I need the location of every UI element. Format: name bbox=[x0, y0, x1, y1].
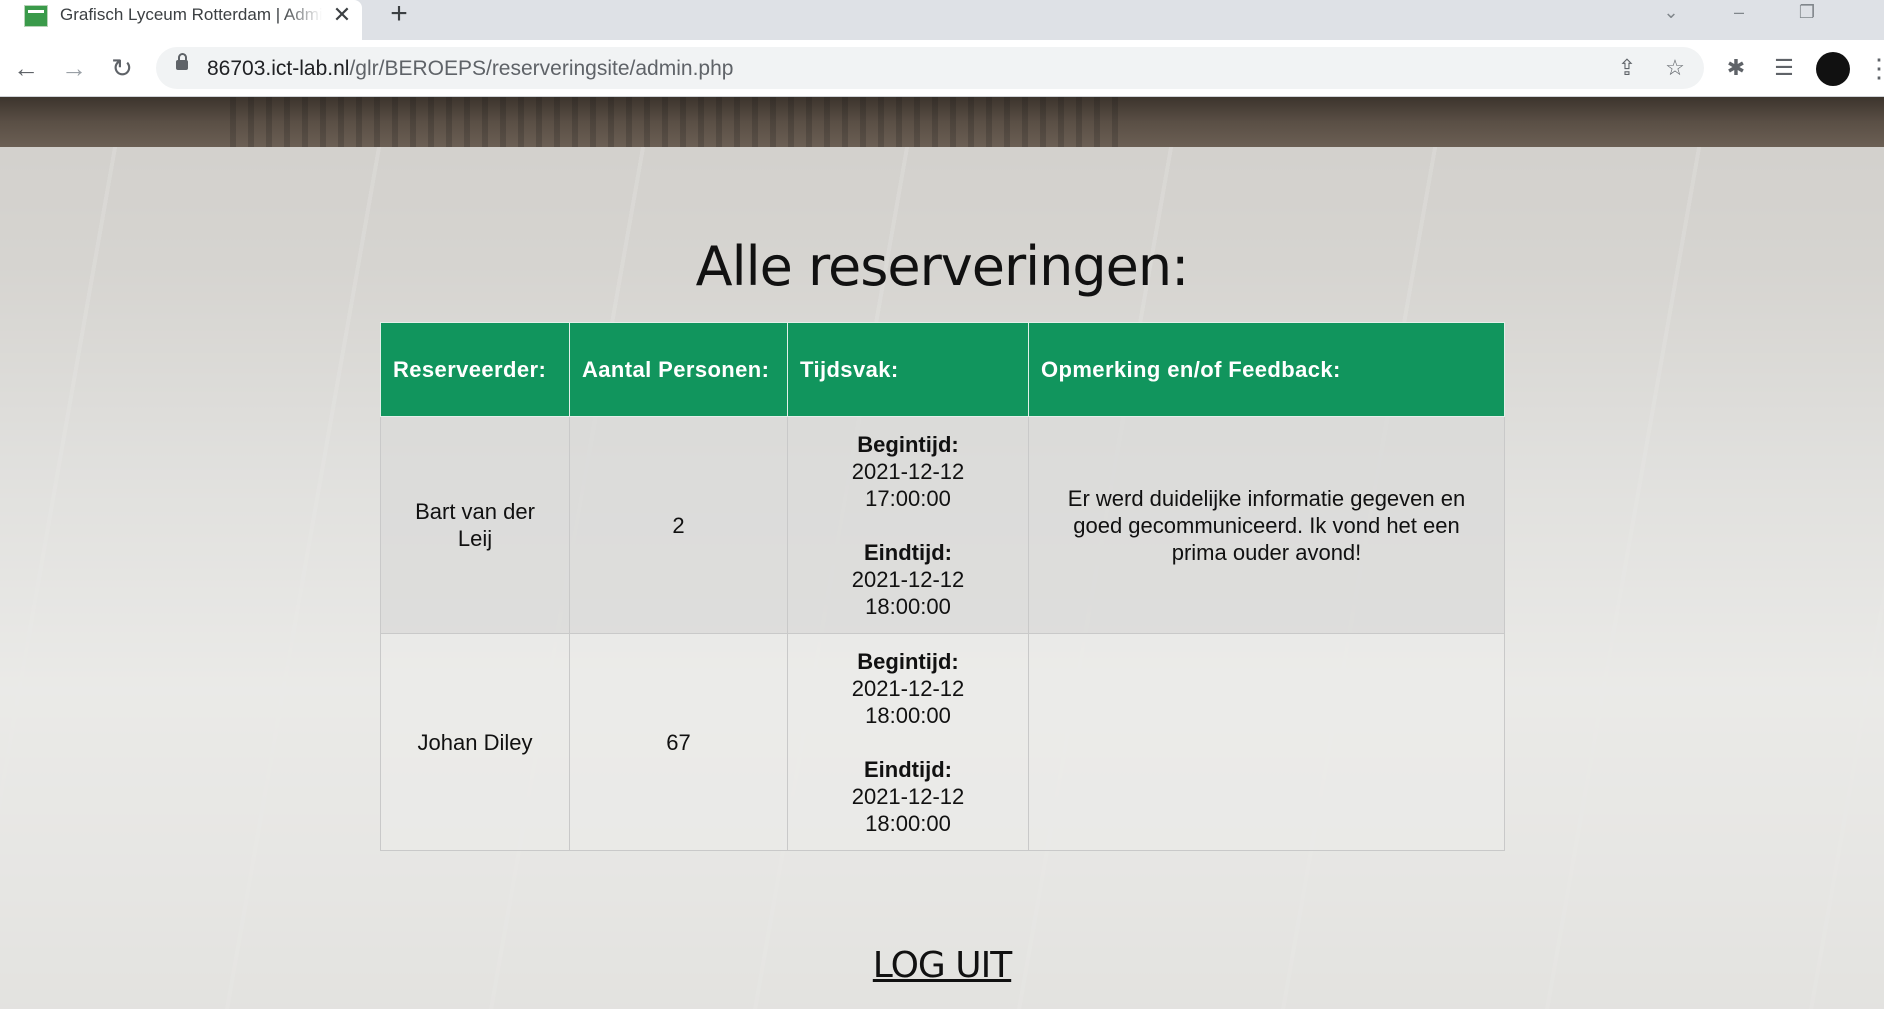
end-date: 2021-12-12 bbox=[851, 783, 965, 809]
column-header: Opmerking en/of Feedback: bbox=[1028, 322, 1505, 417]
timeslot-cell: Begintijd: 2021-12-12 18:00:00 Eindtijd:… bbox=[787, 633, 1029, 851]
site-favicon-icon bbox=[24, 5, 48, 27]
restore-icon[interactable]: ❐ bbox=[1792, 0, 1822, 28]
table-row: Bart van der Leij 2 Begintijd: 2021-12-1… bbox=[380, 416, 1505, 634]
reserver-name: Johan Diley bbox=[380, 633, 570, 851]
column-header: Aantal Personen: bbox=[569, 322, 788, 417]
end-label: Eindtijd: bbox=[864, 539, 952, 565]
tab-search-icon[interactable]: ⌄ bbox=[1656, 0, 1686, 28]
end-label: Eindtijd: bbox=[864, 756, 952, 782]
tab-title: Grafisch Lyceum Rotterdam | Admin bbox=[60, 5, 322, 24]
feedback-cell bbox=[1028, 633, 1505, 851]
share-icon[interactable]: ⇪ bbox=[1612, 53, 1642, 83]
logout-container: LOG UIT bbox=[0, 945, 1884, 986]
new-tab-button[interactable]: + bbox=[384, 0, 414, 30]
column-header: Tijdsvak: bbox=[787, 322, 1029, 417]
tab-close-icon[interactable]: ✕ bbox=[330, 3, 354, 27]
begin-time: 17:00:00 bbox=[865, 485, 951, 511]
address-bar[interactable]: 86703.ict-lab.nl/glr/BEROEPS/reservering… bbox=[156, 47, 1704, 89]
url-text[interactable]: 86703.ict-lab.nl/glr/BEROEPS/reservering… bbox=[207, 57, 733, 81]
lock-icon[interactable] bbox=[176, 53, 188, 70]
reservations-table: Reserveerder: Aantal Personen: Tijdsvak:… bbox=[380, 322, 1505, 851]
url-path: /glr/BEROEPS/reserveringsite/admin.php bbox=[349, 57, 734, 80]
reading-list-icon[interactable]: ☰ bbox=[1766, 50, 1802, 86]
table-row: Johan Diley 67 Begintijd: 2021-12-12 18:… bbox=[380, 633, 1505, 851]
reload-icon[interactable]: ↻ bbox=[104, 50, 140, 86]
end-time: 18:00:00 bbox=[865, 810, 951, 836]
url-host: 86703.ict-lab.nl bbox=[207, 57, 350, 80]
reserver-name: Bart van der Leij bbox=[380, 416, 570, 634]
star-icon[interactable]: ☆ bbox=[1660, 53, 1690, 83]
back-icon[interactable]: ← bbox=[8, 50, 44, 86]
column-header: Reserveerder: bbox=[380, 322, 570, 417]
end-time: 18:00:00 bbox=[865, 593, 951, 619]
browser-tab-bar: Grafisch Lyceum Rotterdam | Admin ✕ + ⌄ … bbox=[0, 0, 1884, 40]
page-content: Alle reserveringen: Reserveerder: Aantal… bbox=[0, 97, 1884, 1009]
begin-date: 2021-12-12 bbox=[851, 675, 965, 701]
header-banner bbox=[0, 97, 1884, 147]
forward-icon[interactable]: → bbox=[56, 50, 92, 86]
menu-icon[interactable]: ⋮ bbox=[1866, 52, 1884, 86]
browser-tab[interactable]: Grafisch Lyceum Rotterdam | Admin ✕ bbox=[0, 0, 362, 40]
table-header-row: Reserveerder: Aantal Personen: Tijdsvak:… bbox=[380, 322, 1505, 417]
feedback-cell: Er werd duidelijke informatie gegeven en… bbox=[1028, 416, 1505, 634]
logout-link[interactable]: LOG UIT bbox=[873, 945, 1012, 986]
page-title: Alle reserveringen: bbox=[695, 235, 1190, 298]
persons-count: 2 bbox=[569, 416, 788, 634]
persons-count: 67 bbox=[569, 633, 788, 851]
minimize-icon[interactable]: – bbox=[1724, 0, 1754, 28]
begin-label: Begintijd: bbox=[857, 431, 959, 457]
end-date: 2021-12-12 bbox=[851, 566, 965, 592]
profile-avatar[interactable] bbox=[1816, 52, 1850, 86]
browser-toolbar: ← → ↻ 86703.ict-lab.nl/glr/BEROEPS/reser… bbox=[0, 40, 1884, 97]
begin-label: Begintijd: bbox=[857, 648, 959, 674]
timeslot-cell: Begintijd: 2021-12-12 17:00:00 Eindtijd:… bbox=[787, 416, 1029, 634]
extensions-icon[interactable]: ✱ bbox=[1718, 50, 1754, 86]
begin-date: 2021-12-12 bbox=[851, 458, 965, 484]
begin-time: 18:00:00 bbox=[865, 702, 951, 728]
